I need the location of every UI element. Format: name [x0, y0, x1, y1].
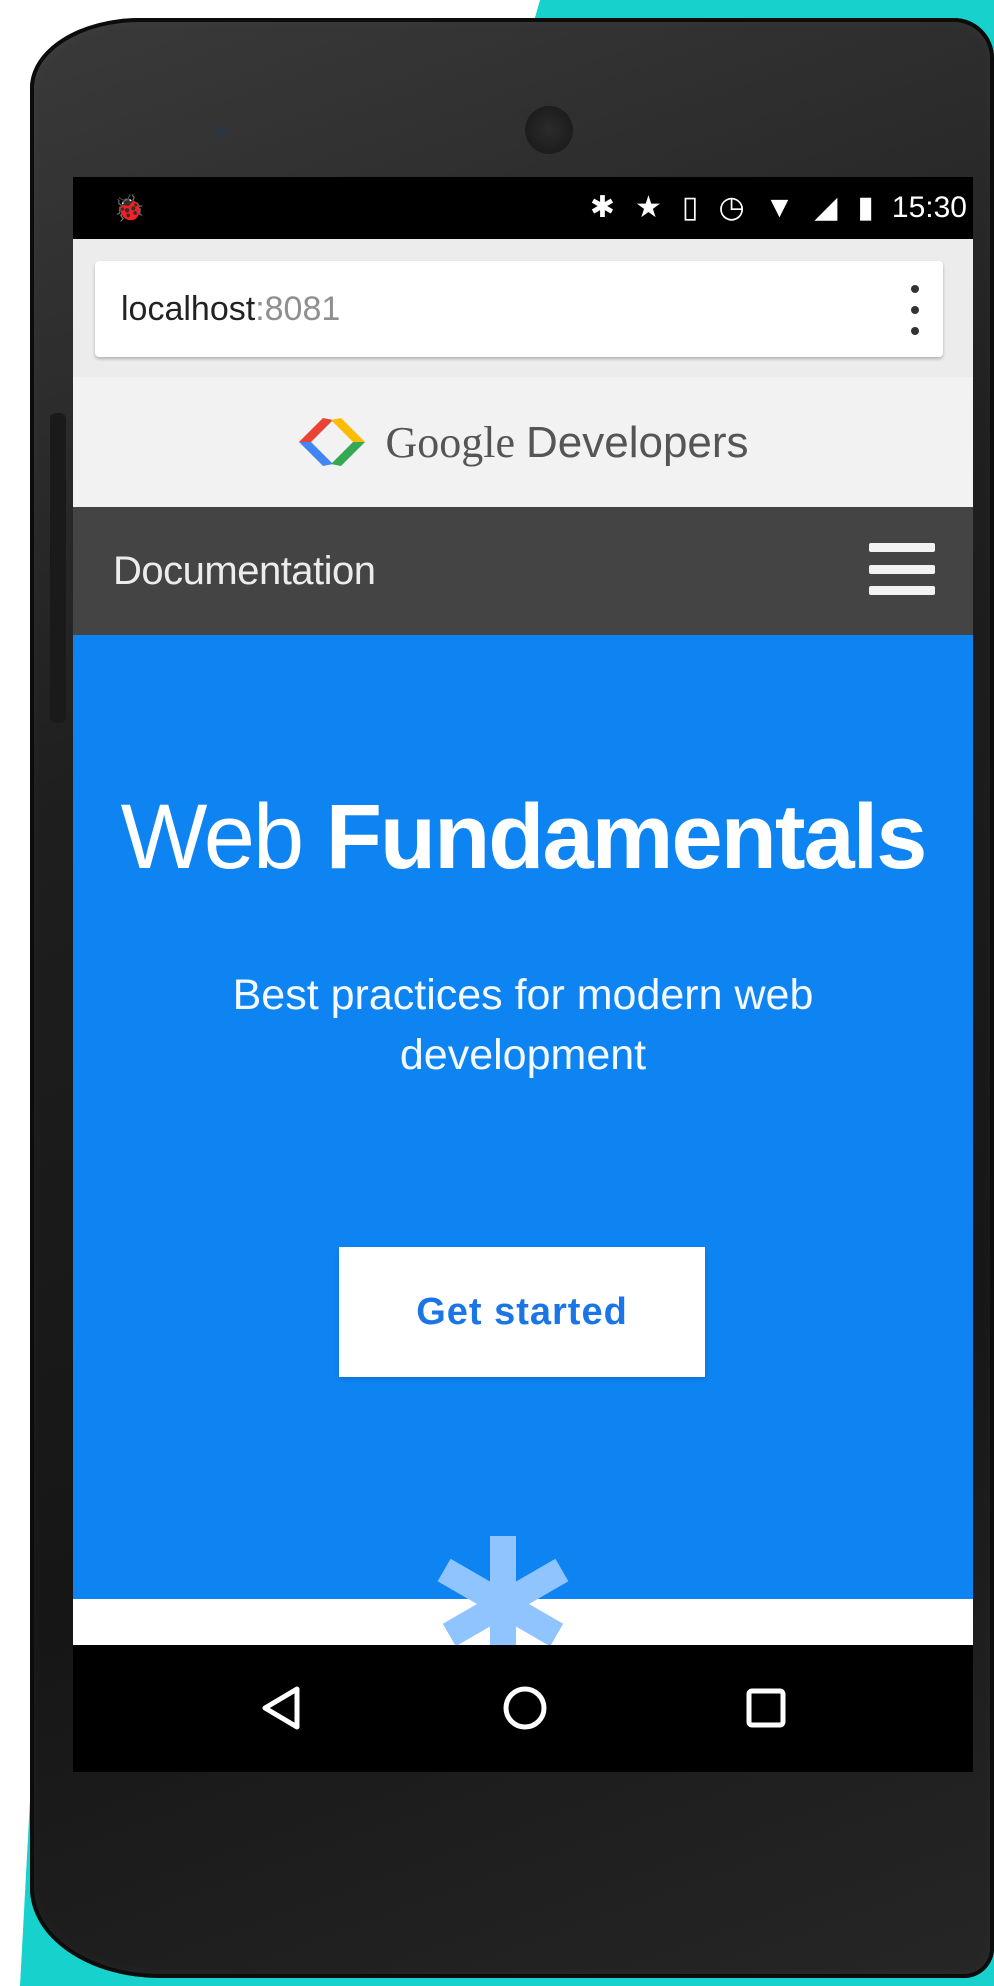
url-host: localhost	[121, 289, 256, 328]
get-started-button[interactable]: Get started	[339, 1247, 705, 1377]
documentation-nav: Documentation	[73, 507, 973, 635]
hero-section: Web Fundamentals Best practices for mode…	[73, 635, 973, 1599]
star-icon: ★	[635, 191, 662, 224]
back-icon[interactable]	[253, 1683, 313, 1733]
recent-apps-icon[interactable]	[737, 1683, 797, 1733]
asterisk-icon	[437, 1536, 569, 1654]
android-navigation-bar	[73, 1645, 973, 1772]
power-button	[50, 413, 66, 723]
browser-toolbar: localhost:8081	[73, 239, 973, 377]
phone-screen: 🐞 ✱ ★ ▯ ◷ ▼ ◢ ▮ 15:30 localhost:8081 Goo…	[73, 177, 973, 1772]
android-debug-icon: 🐞	[113, 193, 146, 223]
overflow-menu-icon[interactable]	[905, 285, 925, 335]
status-bar: 🐞 ✱ ★ ▯ ◷ ▼ ◢ ▮ 15:30	[73, 177, 973, 239]
google-developers-header[interactable]: Google Developers	[73, 377, 973, 507]
home-icon[interactable]	[495, 1683, 555, 1733]
status-time: 15:30	[891, 191, 967, 224]
google-developers-logo-icon	[299, 418, 366, 466]
front-camera	[525, 106, 573, 154]
hero-title: Web Fundamentals	[73, 785, 973, 890]
brand-google: Google	[385, 417, 515, 467]
url-port: :8081	[255, 289, 341, 328]
url-field[interactable]: localhost:8081	[95, 261, 943, 357]
phone-chin	[73, 1772, 973, 1972]
brand-name: Google Developers	[385, 417, 748, 468]
hero-title-light: Web	[120, 786, 305, 888]
hero-subtitle: Best practices for modern web developmen…	[232, 971, 814, 1079]
proximity-sensor	[215, 126, 227, 138]
signal-icon: ◢	[814, 191, 838, 224]
wifi-icon: ▼	[764, 191, 795, 224]
hero-title-bold: Fundamentals	[325, 786, 928, 888]
vibrate-icon: ▯	[681, 191, 699, 224]
hamburger-menu-icon[interactable]	[869, 543, 935, 595]
bluetooth-icon: ✱	[589, 191, 616, 224]
battery-charging-icon: ▮	[857, 191, 874, 224]
brand-developers: Developers	[525, 417, 749, 467]
nav-title: Documentation	[113, 548, 376, 593]
alarm-icon: ◷	[718, 191, 745, 224]
